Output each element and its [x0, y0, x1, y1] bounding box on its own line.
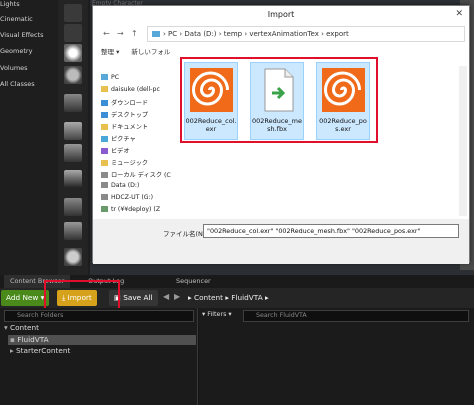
file-item[interactable]: 002Reduce_pos.exr	[316, 62, 370, 140]
history-back-icon[interactable]: ◀	[163, 292, 169, 301]
nav-item-videos[interactable]: ビデオ	[101, 146, 130, 155]
cylinder-icon[interactable]	[64, 144, 82, 162]
asset-search-input[interactable]: Search FluidVTA	[243, 310, 469, 322]
category-lights[interactable]: Lights	[0, 0, 20, 8]
cylinder-icon[interactable]	[64, 94, 82, 112]
nav-item-data-drive[interactable]: Data (D:)	[101, 182, 139, 189]
nav-item-local-disk[interactable]: ローカル ディスク (C	[101, 170, 171, 179]
placeable-thumbnails	[58, 0, 88, 275]
sphere-icon[interactable]	[64, 248, 82, 266]
category-volumes[interactable]: Volumes	[0, 64, 28, 72]
actor-thumbnail[interactable]	[64, 24, 82, 42]
dialog-toolbar: 整理 ▾ 新しいフォル	[101, 46, 180, 60]
nav-item-documents[interactable]: ドキュメント	[101, 122, 148, 131]
houdini-icon	[190, 68, 233, 112]
arrow-right-icon[interactable]: →	[117, 29, 124, 38]
history-forward-icon[interactable]: ▶	[174, 292, 180, 301]
category-cinematic[interactable]: Cinematic	[0, 15, 33, 23]
music-icon	[101, 160, 108, 166]
address-path: › PC › Data (D:) › temp › vertexAnimatio…	[163, 30, 349, 38]
box-icon[interactable]	[64, 222, 82, 240]
nav-item-pictures[interactable]: ピクチャ	[101, 134, 136, 143]
drive-icon	[101, 194, 108, 200]
document-icon	[101, 124, 108, 130]
editor-screen: Lights Cinematic Visual Effects Geometry…	[0, 0, 474, 405]
picture-icon	[101, 136, 108, 142]
filename-label: ファイル名(N):	[163, 230, 208, 238]
address-row: ← → ↑ › PC › Data (D:) › temp › vertexAn…	[95, 25, 467, 43]
nav-item-desktop[interactable]: デスクトップ	[101, 110, 148, 119]
plane-icon[interactable]	[64, 198, 82, 216]
folder-tree-pane: Search Folders ▾ Content ▪ FluidVTA ▸ St…	[0, 308, 198, 405]
category-all-classes[interactable]: All Classes	[0, 80, 35, 88]
file-item[interactable]: 002Reduce_mesh.fbx	[250, 62, 304, 140]
file-name: 002Reduce_mesh.fbx	[251, 117, 303, 133]
folder-icon	[101, 86, 108, 92]
nav-item-pc[interactable]: PC	[101, 74, 119, 81]
save-all-label: Save All	[123, 293, 153, 302]
desktop-icon	[101, 112, 108, 118]
navigation-pane: PC daisuke (dell-pc ダウンロード デスクトップ ドキュメント…	[95, 64, 175, 214]
nav-item-music[interactable]: ミュージック	[101, 158, 148, 167]
file-name: 002Reduce_col.exr	[185, 117, 237, 133]
category-visual-effects[interactable]: Visual Effects	[0, 31, 44, 39]
computer-icon	[152, 31, 160, 37]
nav-item-downloads[interactable]: ダウンロード	[101, 98, 148, 107]
drive-icon	[101, 182, 108, 188]
file-name: 002Reduce_pos.exr	[319, 117, 367, 133]
nav-item-hdcz[interactable]: HDCZ-UT (G:)	[101, 194, 153, 201]
fbx-file-icon	[264, 68, 294, 112]
cone-icon[interactable]	[64, 170, 82, 188]
address-bar[interactable]: › PC › Data (D:) › temp › vertexAnimatio…	[147, 26, 465, 42]
houdini-icon	[322, 68, 365, 112]
import-dialog: Import ✕ ← → ↑ › PC › Data (D:) › temp ›…	[92, 5, 470, 264]
filters-button[interactable]: ▾ Filters ▾	[202, 310, 232, 318]
add-new-button[interactable]: Add New ▾	[1, 290, 50, 306]
filename-input[interactable]: "002Reduce_col.exr" "002Reduce_mesh.fbx"…	[203, 224, 459, 238]
modes-panel: Lights Cinematic Visual Effects Geometry…	[0, 0, 90, 275]
close-icon[interactable]: ✕	[455, 9, 463, 19]
asset-view-pane: ▾ Filters ▾ Search FluidVTA	[199, 308, 474, 405]
tree-item-startercontent[interactable]: ▸ StarterContent	[10, 346, 70, 355]
file-item[interactable]: 002Reduce_col.exr	[184, 62, 238, 140]
video-icon	[101, 148, 108, 154]
nav-item-user[interactable]: daisuke (dell-pc	[101, 86, 160, 93]
dialog-title: Import	[93, 6, 469, 24]
nav-item-network[interactable]: tr (¥¥deploy) (Z	[101, 206, 160, 213]
tree-item-fluidvta[interactable]: ▪ FluidVTA	[10, 335, 49, 344]
add-new-label: Add New ▾	[6, 293, 45, 302]
new-folder-button[interactable]: 新しいフォル	[131, 48, 170, 56]
drive-icon	[101, 172, 108, 178]
network-drive-icon	[101, 206, 108, 212]
computer-icon	[101, 74, 108, 80]
cube-icon[interactable]	[64, 122, 82, 140]
download-icon	[101, 100, 108, 106]
tab-sequencer[interactable]: Sequencer	[170, 275, 217, 288]
tree-item-content[interactable]: ▾ Content	[4, 323, 39, 332]
breadcrumb[interactable]: ▸ Content ▸ FluidVTA ▸	[188, 288, 269, 308]
actor-thumbnail[interactable]	[64, 4, 82, 22]
arrow-left-icon[interactable]: ←	[103, 29, 110, 38]
light-bulb-icon[interactable]	[64, 44, 82, 62]
sphere-icon[interactable]	[64, 66, 82, 84]
arrow-up-icon[interactable]: ↑	[131, 29, 138, 38]
category-geometry[interactable]: Geometry	[0, 47, 32, 55]
dialog-footer: ファイル名(N): "002Reduce_col.exr" "002Reduce…	[93, 219, 469, 264]
organize-button[interactable]: 整理 ▾	[101, 48, 119, 56]
vertical-scrollbar[interactable]	[459, 66, 467, 216]
file-list: 002Reduce_col.exr 002Reduce_mesh.fbx 002…	[177, 52, 469, 217]
folder-search-input[interactable]: Search Folders	[4, 310, 194, 322]
